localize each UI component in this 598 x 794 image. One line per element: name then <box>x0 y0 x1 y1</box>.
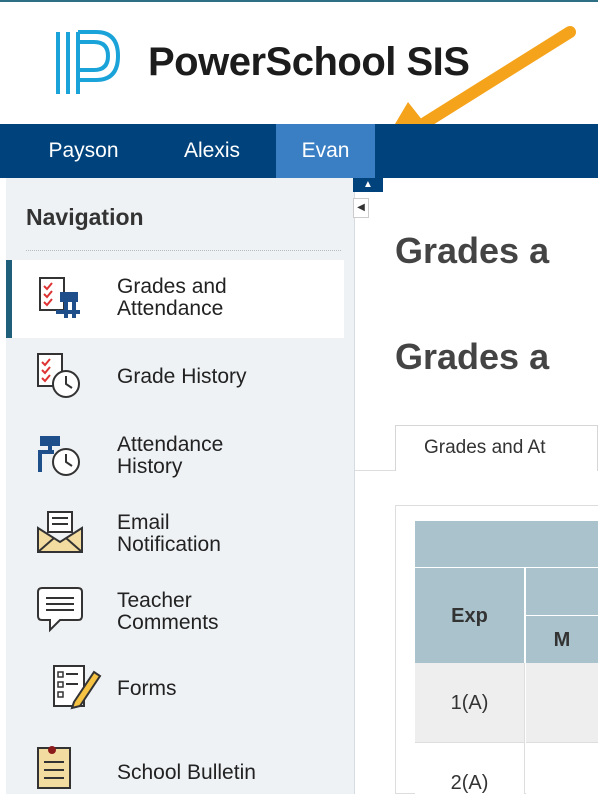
sidebar-item-teacher-comments[interactable]: Teacher Comments <box>6 572 344 650</box>
nav-title: Navigation <box>26 204 144 230</box>
student-selector-bar: Payson Alexis Evan <box>0 124 598 178</box>
sidebar-item-label: Attendance History <box>117 433 224 478</box>
table-row: 2(A) <box>415 743 598 794</box>
sidebar-navigation: Navigation Grades and Attendance Grade H… <box>6 178 355 794</box>
sidebar-item-school-bulletin[interactable]: School Bulletin <box>6 728 344 794</box>
sidebar-item-forms[interactable]: Forms <box>6 650 344 728</box>
collapse-up-icon[interactable]: ▲ <box>353 178 383 192</box>
table-cell <box>526 743 598 794</box>
forms-pencil-icon <box>53 665 102 710</box>
grades-table: Exp M 1(A) 2(A) <box>415 521 598 794</box>
sidebar-item-label: Grades and Attendance <box>117 275 227 320</box>
sidebar-item-grades-attendance[interactable]: Grades and Attendance <box>6 260 344 338</box>
column-header-m: M <box>526 615 598 663</box>
sidebar-item-label: Email Notification <box>117 511 221 556</box>
table-cell-exp: 2(A) <box>415 743 525 794</box>
sidebar-item-label: Teacher Comments <box>117 589 219 634</box>
table-header-band <box>415 521 598 567</box>
nav-divider <box>26 250 341 251</box>
attendance-history-icon <box>38 436 80 476</box>
sidebar-item-grade-history[interactable]: Grade History <box>6 338 344 416</box>
sidebar-item-attendance-history[interactable]: Attendance History <box>6 416 344 494</box>
page-title: Grades a <box>395 230 550 271</box>
powerschool-p-icon <box>56 30 121 94</box>
table-cell <box>526 663 598 743</box>
sidebar-item-label: School Bulletin <box>117 761 256 784</box>
tab-grades-attendance[interactable]: Grades and At <box>395 425 598 471</box>
student-tab-alexis[interactable]: Alexis <box>160 124 264 178</box>
column-header-group <box>526 567 598 615</box>
table-cell-exp: 1(A) <box>415 663 525 743</box>
collapse-sidebar-icon[interactable]: ◀ <box>353 198 369 218</box>
student-tab-evan[interactable]: Evan <box>276 124 375 178</box>
student-tab-payson[interactable]: Payson <box>27 124 140 178</box>
bulletin-board-icon <box>37 746 71 789</box>
speech-bubble-icon <box>37 587 83 633</box>
grade-history-icon <box>37 353 80 398</box>
section-title: Grades a <box>395 336 550 377</box>
grades-attendance-icon <box>39 277 80 318</box>
sidebar-item-email-notification[interactable]: Email Notification <box>6 494 344 572</box>
sidebar-item-label: Forms <box>117 677 177 700</box>
sidebar-item-label: Grade History <box>117 365 247 388</box>
email-envelope-icon <box>37 511 83 553</box>
column-header-exp: Exp <box>415 567 525 663</box>
table-row: 1(A) <box>415 663 598 743</box>
top-border <box>0 0 598 12</box>
